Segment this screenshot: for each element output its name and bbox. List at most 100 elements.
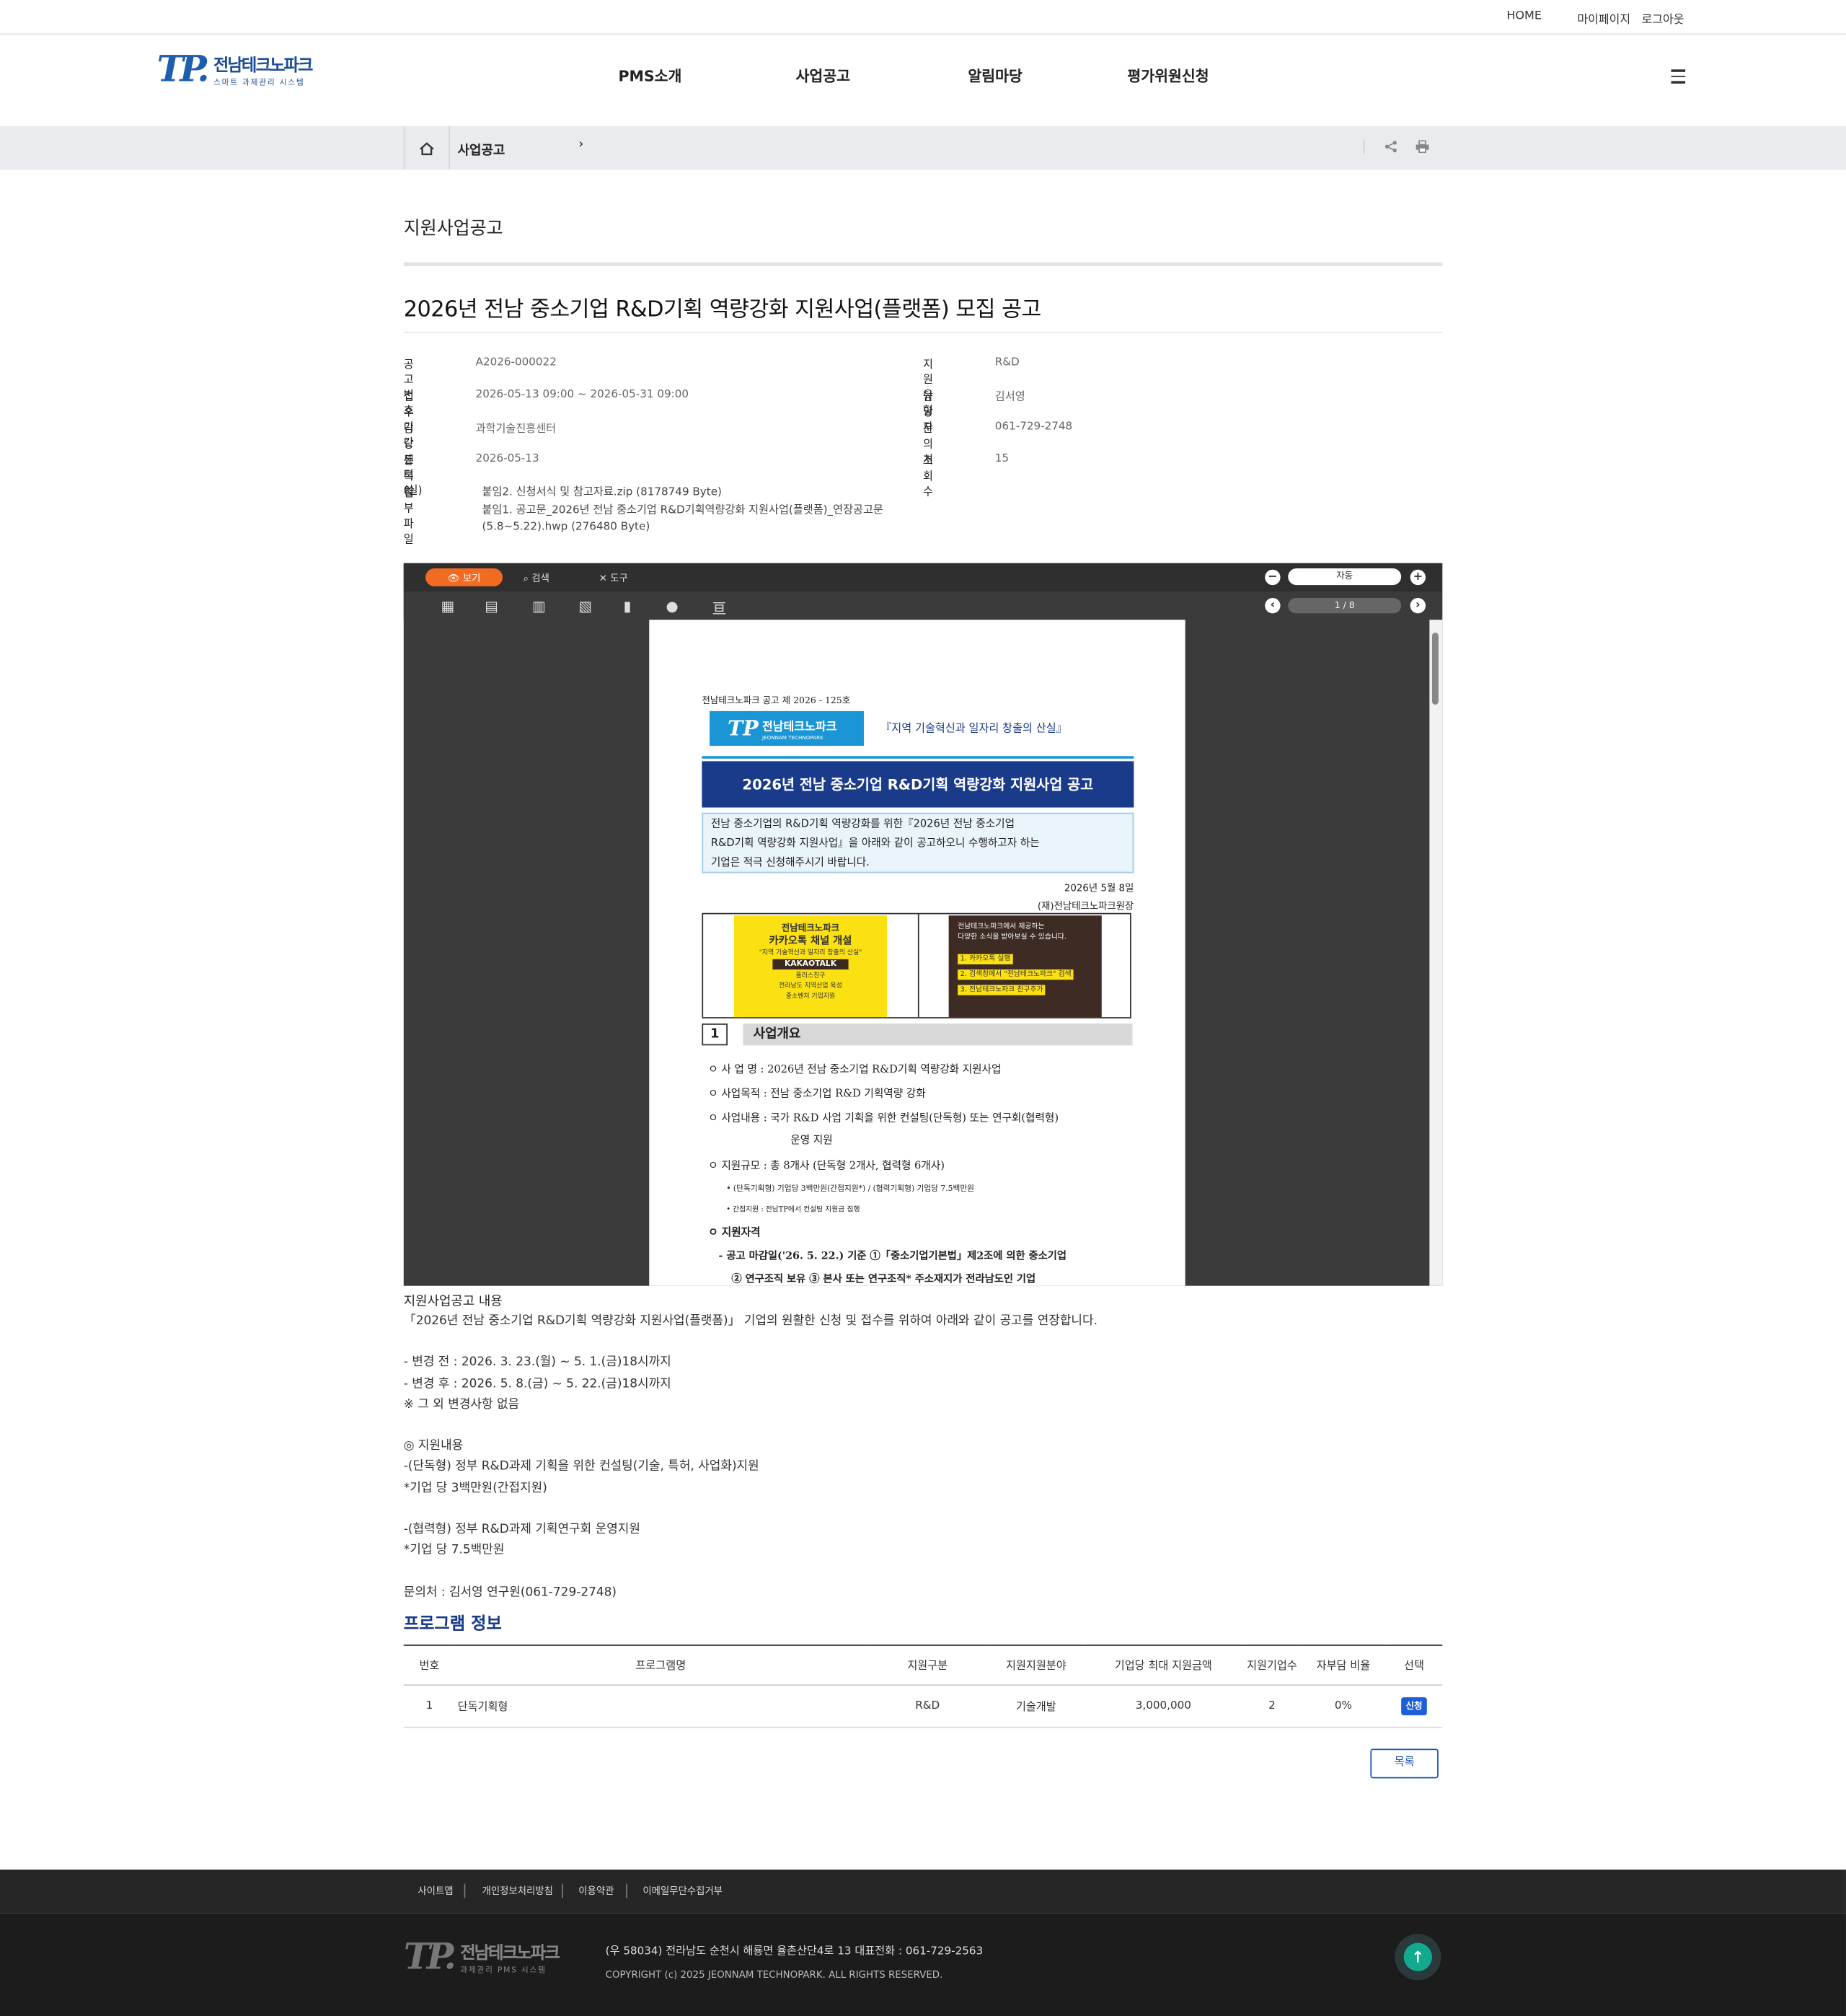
text-select-icon[interactable]: 亘 (712, 598, 727, 619)
util-mypage-link[interactable]: 마이페이지 (1577, 10, 1630, 27)
tools-icon: ✕ (599, 572, 611, 584)
attachment-link[interactable]: 붙임1. 공고문_2026년 전남 중소기업 R&D기획역량강화 지원사업(플랫… (482, 502, 883, 519)
logo-sub: 스마트 과제관리 시스템 (213, 78, 305, 88)
col-header: 기업당 최대 지원금액 (1083, 1645, 1243, 1686)
info-icon[interactable]: ● (666, 598, 678, 615)
scroll-top-button[interactable]: ↑ (1395, 1934, 1441, 1981)
doc-logo: TP 전남테크노파크 JEONNAM TECHNOPARK (710, 710, 864, 746)
viewer-scrollbar[interactable] (1429, 620, 1443, 1286)
viewer-toolbar: 👁 보기 ⌕ 검색 ✕ 도구 − 자동 + (403, 563, 1443, 592)
document-page: 전남테크노파크 공고 제 2026 - 125호 TP 전남테크노파크 JEONN… (649, 620, 1185, 1286)
program-table: 번호 프로그램명 지원구분 지원지원분야 기업당 최대 지원금액 지원기업수 자… (403, 1645, 1443, 1728)
doc-item: • (단독기획형) 기업당 3백만원(간접지원*) / (협력기획형) 기업당 … (726, 1184, 975, 1194)
page-title: 지원사업공고 (403, 219, 503, 239)
doc-item: - 공고 마감일('26. 5. 22.) 기준 ①「중소기업기본법」제2조에 … (718, 1249, 1067, 1262)
col-header: 선택 (1385, 1645, 1443, 1686)
page-indicator: 1 / 8 (1288, 597, 1402, 614)
chevron-right-icon[interactable]: › (578, 138, 583, 152)
doc-slogan: 『지역 기술혁신과 일자리 창출의 산실』 (880, 722, 1067, 736)
cell-count: 2 (1242, 1685, 1302, 1728)
col-header: 지원구분 (866, 1645, 989, 1686)
document-viewer: 👁 보기 ⌕ 검색 ✕ 도구 − 자동 + ▦ ▤ ▥ ▧ ▮ ● 亘 ‹ 1 … (403, 563, 1443, 1286)
thumbnail-icon[interactable]: ▦ (441, 598, 454, 615)
util-home-link[interactable]: HOME (1506, 10, 1542, 23)
nav-evaluator[interactable]: 평가위원신청 (1127, 66, 1209, 87)
home-icon[interactable] (403, 126, 450, 170)
utility-bar: HOME 마이페이지 로그아웃 (0, 0, 1846, 35)
next-page-icon[interactable]: › (1410, 597, 1426, 614)
footer-links: 사이트맵 개인정보처리방침 이용약관 이메일무단수집거부 (0, 1870, 1846, 1914)
cell-no: 1 (403, 1685, 456, 1728)
book-icon[interactable]: ▮ (624, 598, 632, 615)
cell-name: 단독기획형 (455, 1685, 867, 1728)
cell-select: 신청 (1385, 1685, 1443, 1728)
doc-item: • 간접지원 : 전남TP에서 컨설팅 지원금 집행 (726, 1206, 860, 1214)
attachment-list: 붙임2. 신청서식 및 참고자료.zip (8178749 Byte) 붙임1.… (482, 485, 883, 537)
zoom-out-icon[interactable]: − (1265, 569, 1281, 586)
doc-kakao-box: 전남테크노파크 카카오톡 채널 개설 "지역 기술혁신과 일자리 창출의 산실"… (702, 912, 1131, 1018)
list-button[interactable]: 목록 (1370, 1748, 1439, 1779)
footer: TP. 전남테크노파크 과제관리 PMS 시스템 (우 58034) 전라남도 … (0, 1913, 1846, 2016)
view-tab[interactable]: 👁 보기 (425, 568, 503, 586)
nav-pms[interactable]: PMS소개 (618, 66, 681, 87)
table-row: 1 단독기획형 R&D 기술개발 3,000,000 2 0% 신청 (403, 1685, 1443, 1728)
divider: | (1361, 137, 1367, 154)
doc-notice-no: 전남테크노파크 공고 제 2026 - 125호 (702, 695, 851, 706)
doc-date: 2026년 5월 8일 (재)전남테크노파크원장 (1037, 881, 1134, 912)
attachment-link-cont[interactable]: (5.8~5.22).hwp (276480 Byte) (482, 519, 883, 537)
print-icon[interactable] (1416, 139, 1430, 153)
footer-logo-mark: TP. (403, 1934, 456, 1978)
doc-intro: 전남 중소기업의 R&D기획 역량강화를 위한『2026년 전남 중소기업 R&D… (702, 812, 1134, 873)
site-logo[interactable]: TP. 전남테크노파크 스마트 과제관리 시스템 (156, 47, 314, 90)
col-header: 지원기업수 (1242, 1645, 1302, 1686)
col-header: 자부담 비율 (1301, 1645, 1386, 1686)
footer-link-sitemap[interactable]: 사이트맵 (418, 1884, 453, 1898)
doc-banner: 2026년 전남 중소기업 R&D기획 역량강화 지원사업 공고 (702, 761, 1134, 808)
tools-tab[interactable]: ✕ 도구 (599, 571, 628, 586)
doc-item: ㅇ 지원규모 : 총 8개사 (단독형 2개사, 협력형 6개사) (708, 1158, 945, 1172)
footer-link-terms[interactable]: 이용약관 (578, 1884, 614, 1898)
cell-amount: 3,000,000 (1083, 1685, 1243, 1728)
share-icon[interactable] (1384, 139, 1397, 152)
col-header: 번호 (403, 1645, 456, 1686)
doc-item: ㅇ 사업목적 : 전남 중소기업 R&D 기획역량 강화 (708, 1086, 926, 1100)
single-page-icon[interactable]: ▤ (485, 598, 498, 615)
zoom-in-icon[interactable]: + (1410, 569, 1426, 586)
search-tab[interactable]: ⌕ 검색 (524, 571, 549, 586)
doc-item: 운영 지원 (790, 1132, 833, 1146)
footer-logo: TP. 전남테크노파크 과제관리 PMS 시스템 (403, 1934, 560, 1978)
footer-address: (우 58034) 전라남도 순천시 해룡면 율촌산단4로 13 대표전화 : … (605, 1945, 984, 1981)
attachment-link[interactable]: 붙임2. 신청서식 및 참고자료.zip (8178749 Byte) (482, 485, 883, 502)
kakao-channel-image: 전남테크노파크 카카오톡 채널 개설 "지역 기술혁신과 일자리 창출의 산실"… (733, 915, 888, 1018)
notice-title: 2026년 전남 중소기업 R&D기획 역량강화 지원사업(플랫폼) 모집 공고 (403, 296, 1042, 323)
apply-button[interactable]: 신청 (1400, 1697, 1428, 1716)
doc-item: ㅇ 사업내용 : 국가 R&D 사업 기획을 위한 컨설팅(단독형) 또는 연구… (708, 1111, 1059, 1124)
viewer-subtoolbar: ▦ ▤ ▥ ▧ ▮ ● 亘 ‹ 1 / 8 › (403, 591, 1443, 620)
footer-link-privacy[interactable]: 개인정보처리방침 (482, 1884, 553, 1898)
arrow-up-icon: ↑ (1403, 1942, 1432, 1971)
doc-divider (702, 756, 1134, 759)
notice-divider (403, 331, 1443, 333)
menu-icon[interactable] (1671, 69, 1686, 87)
search-icon: ⌕ (523, 572, 532, 584)
footer-link-email[interactable]: 이메일무단수집거부 (642, 1884, 723, 1898)
cell-type: R&D (866, 1685, 989, 1728)
col-header: 지원지원분야 (988, 1645, 1084, 1686)
prev-page-icon[interactable]: ‹ (1265, 597, 1281, 614)
double-page-icon[interactable]: ▥ (532, 598, 546, 615)
continuous-page-icon[interactable]: ▧ (578, 598, 592, 615)
nav-notice[interactable]: 사업공고 (795, 66, 849, 87)
logo-mark: TP. (156, 47, 209, 90)
title-divider (403, 262, 1443, 267)
doc-item: ㅇ 사 업 명 : 2026년 전남 중소기업 R&D기획 역량강화 지원사업 (708, 1062, 1002, 1075)
breadcrumb-current[interactable]: 사업공고 (458, 139, 505, 159)
doc-logo-mark: TP (728, 716, 759, 741)
program-title: 프로그램 정보 (403, 1615, 502, 1634)
nav-board[interactable]: 알림마당 (968, 66, 1022, 87)
col-header: 프로그램명 (455, 1645, 867, 1686)
logo-name: 전남테크노파크 (213, 56, 314, 76)
doc-section-title: 사업개요 (743, 1024, 1133, 1046)
zoom-select[interactable]: 자동 (1288, 568, 1402, 586)
util-logout-link[interactable]: 로그아웃 (1642, 10, 1684, 27)
content-heading: 지원사업공고 내용 (403, 1295, 503, 1309)
